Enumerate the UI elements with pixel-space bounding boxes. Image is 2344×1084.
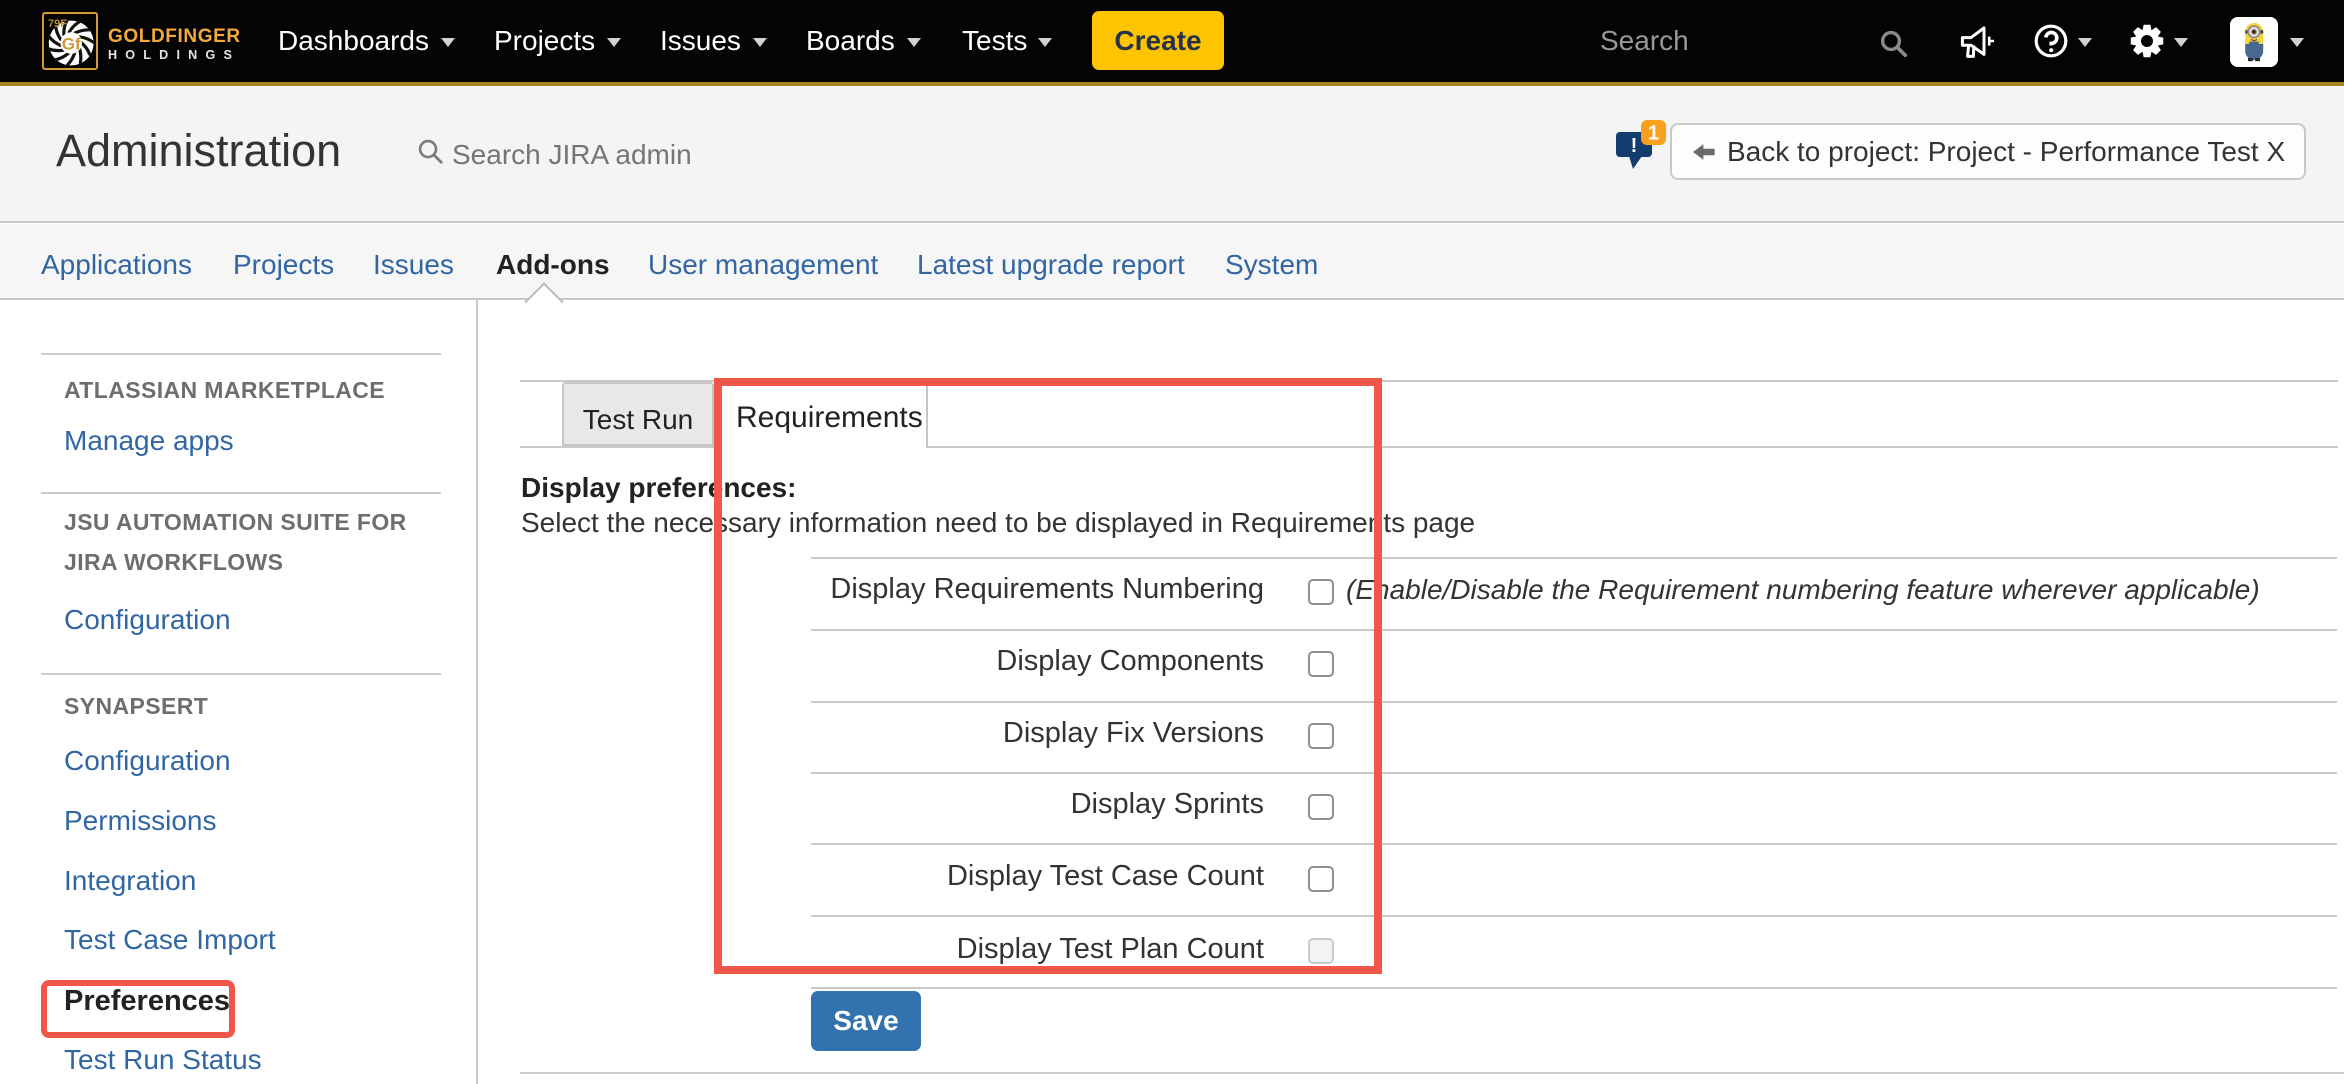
svg-text:!: ! — [1631, 135, 1638, 157]
svg-text:1: 1 — [1648, 122, 1659, 144]
svg-text:Gf: Gf — [62, 34, 81, 53]
svg-text:79F: 79F — [48, 18, 67, 30]
